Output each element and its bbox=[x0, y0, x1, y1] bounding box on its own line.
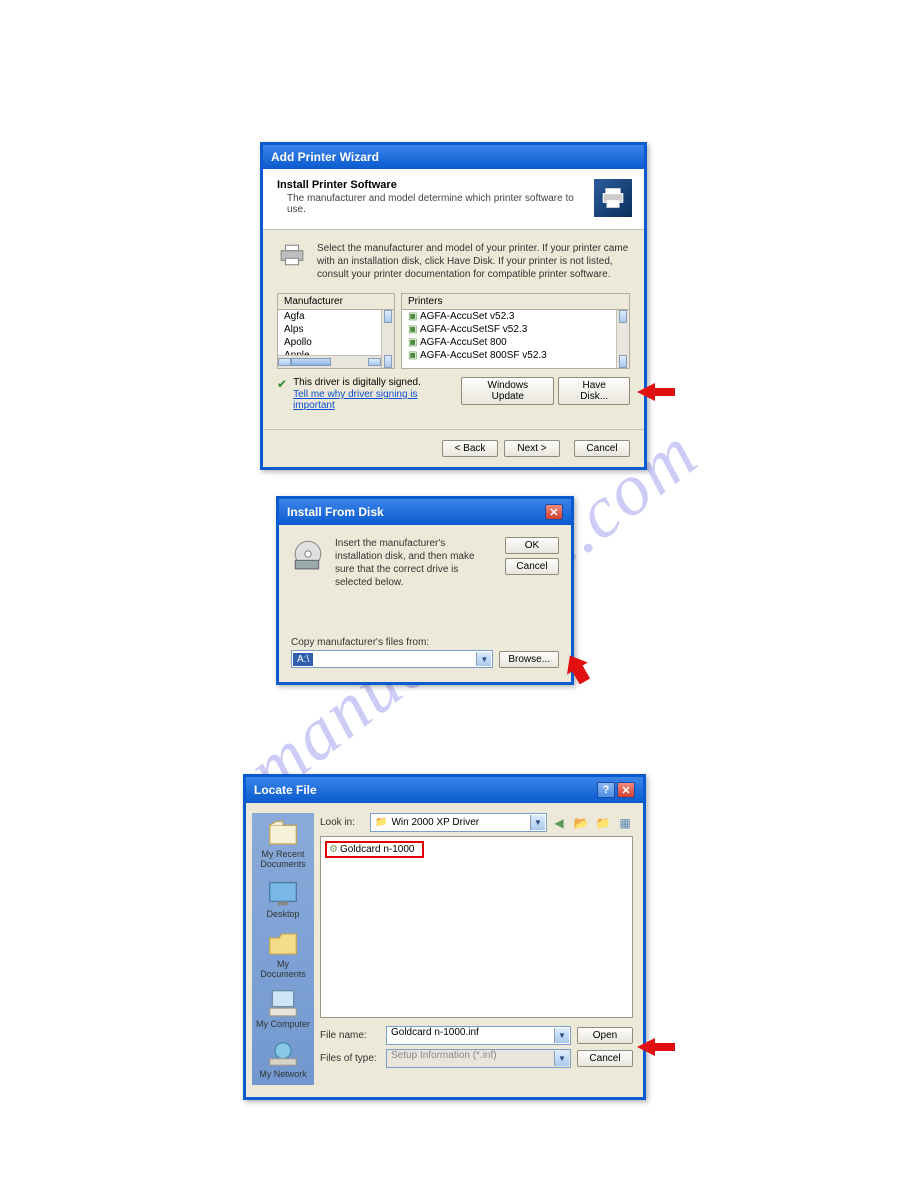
filetype-combo: Setup Information (*.inf) ▼ bbox=[386, 1049, 571, 1068]
cancel-button[interactable]: Cancel bbox=[577, 1050, 633, 1067]
signed-text: This driver is digitally signed. bbox=[293, 377, 421, 388]
have-disk-button[interactable]: Have Disk... bbox=[558, 377, 630, 405]
header-title: Install Printer Software bbox=[277, 179, 594, 191]
manufacturer-list[interactable]: Agfa Alps Apollo Apple bbox=[277, 309, 395, 369]
filetype-label: Files of type: bbox=[320, 1053, 380, 1064]
ok-button[interactable]: OK bbox=[505, 537, 559, 554]
up-icon[interactable]: 📂 bbox=[573, 815, 589, 831]
chevron-down-icon[interactable]: ▼ bbox=[530, 815, 545, 830]
back-button[interactable]: < Back bbox=[442, 440, 498, 457]
titlebar-text: Install From Disk bbox=[287, 505, 384, 519]
titlebar: Add Printer Wizard bbox=[263, 145, 644, 169]
windows-update-button[interactable]: Windows Update bbox=[461, 377, 554, 405]
computer-icon bbox=[267, 989, 299, 1017]
titlebar: Locate File ? ✕ bbox=[246, 777, 643, 803]
copy-from-label: Copy manufacturer's files from: bbox=[291, 637, 559, 648]
open-button[interactable]: Open bbox=[577, 1027, 633, 1044]
locate-file-dialog: Locate File ? ✕ My Recent Documents Desk… bbox=[243, 774, 646, 1100]
path-combo[interactable]: A:\ ▼ bbox=[291, 650, 493, 668]
filename-input[interactable]: Goldcard n-1000.inf ▼ bbox=[386, 1026, 571, 1045]
list-item[interactable]: ▣AGFA-AccuSet 800SF v52.3 bbox=[402, 349, 629, 362]
look-in-combo[interactable]: 📁 Win 2000 XP Driver ▼ bbox=[370, 813, 547, 832]
folder-icon: 📁 bbox=[375, 817, 387, 828]
views-icon[interactable]: ▦ bbox=[617, 815, 633, 831]
dialog-header: Install Printer Software The manufacture… bbox=[263, 169, 644, 230]
instruction-text: Insert the manufacturer's installation d… bbox=[335, 537, 495, 589]
chevron-down-icon[interactable]: ▼ bbox=[476, 652, 491, 666]
install-from-disk-dialog: Install From Disk ✕ Insert the manufactu… bbox=[276, 496, 574, 685]
new-folder-icon[interactable]: 📁 bbox=[595, 815, 611, 831]
scrollbar-vertical[interactable] bbox=[616, 310, 629, 368]
file-item-selected[interactable]: ⚙Goldcard n-1000 bbox=[325, 841, 424, 858]
printer-icon bbox=[594, 179, 632, 217]
chevron-down-icon[interactable]: ▼ bbox=[554, 1028, 569, 1043]
list-item[interactable]: ▣AGFA-AccuSet 800 bbox=[402, 336, 629, 349]
signed-check-icon: ✔ bbox=[277, 377, 287, 411]
file-list[interactable]: ⚙Goldcard n-1000 bbox=[320, 836, 633, 1018]
titlebar-text: Add Printer Wizard bbox=[271, 150, 379, 164]
cancel-button[interactable]: Cancel bbox=[505, 558, 559, 575]
close-icon[interactable]: ✕ bbox=[617, 782, 635, 798]
inf-file-icon: ⚙ bbox=[329, 844, 338, 855]
sidebar-my-computer[interactable]: My Computer bbox=[256, 989, 310, 1029]
network-icon bbox=[267, 1039, 299, 1067]
titlebar-text: Locate File bbox=[254, 783, 317, 797]
look-in-value: Win 2000 XP Driver bbox=[391, 817, 479, 828]
manufacturer-header: Manufacturer bbox=[277, 293, 395, 309]
sidebar-desktop[interactable]: Desktop bbox=[266, 879, 299, 919]
folder-icon bbox=[267, 929, 299, 957]
browse-button[interactable]: Browse... bbox=[499, 651, 559, 668]
filename-label: File name: bbox=[320, 1030, 380, 1041]
signing-help-link[interactable]: Tell me why driver signing is important bbox=[293, 389, 461, 411]
sidebar-my-network[interactable]: My Network bbox=[259, 1039, 307, 1079]
sidebar-recent[interactable]: My Recent Documents bbox=[254, 819, 312, 869]
close-icon[interactable]: ✕ bbox=[545, 504, 563, 520]
list-item[interactable]: Agfa bbox=[278, 310, 394, 323]
disk-icon bbox=[291, 537, 325, 571]
list-item[interactable]: Alps bbox=[278, 323, 394, 336]
cancel-button[interactable]: Cancel bbox=[574, 440, 630, 457]
list-item[interactable]: ▣AGFA-AccuSet v52.3 bbox=[402, 310, 629, 323]
instruction-text: Select the manufacturer and model of you… bbox=[317, 242, 630, 281]
sidebar-my-documents[interactable]: My Documents bbox=[254, 929, 312, 979]
titlebar: Install From Disk ✕ bbox=[279, 499, 571, 525]
next-button[interactable]: Next > bbox=[504, 440, 560, 457]
list-item[interactable]: ▣AGFA-AccuSetSF v52.3 bbox=[402, 323, 629, 336]
chevron-down-icon: ▼ bbox=[554, 1051, 569, 1066]
help-icon[interactable]: ? bbox=[597, 782, 615, 798]
desktop-icon bbox=[267, 879, 299, 907]
add-printer-wizard-dialog: Add Printer Wizard Install Printer Softw… bbox=[260, 142, 647, 470]
printer-small-icon bbox=[277, 242, 307, 268]
scrollbar-vertical[interactable] bbox=[381, 310, 394, 368]
printers-list[interactable]: ▣AGFA-AccuSet v52.3 ▣AGFA-AccuSetSF v52.… bbox=[401, 309, 630, 369]
scrollbar-horizontal[interactable] bbox=[278, 355, 381, 368]
places-sidebar: My Recent Documents Desktop My Documents… bbox=[252, 813, 314, 1085]
path-value: A:\ bbox=[293, 653, 313, 666]
list-item[interactable]: Apollo bbox=[278, 336, 394, 349]
printers-header: Printers bbox=[401, 293, 630, 309]
recent-docs-icon bbox=[267, 819, 299, 847]
look-in-label: Look in: bbox=[320, 817, 366, 828]
back-icon[interactable]: ◀ bbox=[551, 815, 567, 831]
header-subtitle: The manufacturer and model determine whi… bbox=[287, 193, 594, 215]
